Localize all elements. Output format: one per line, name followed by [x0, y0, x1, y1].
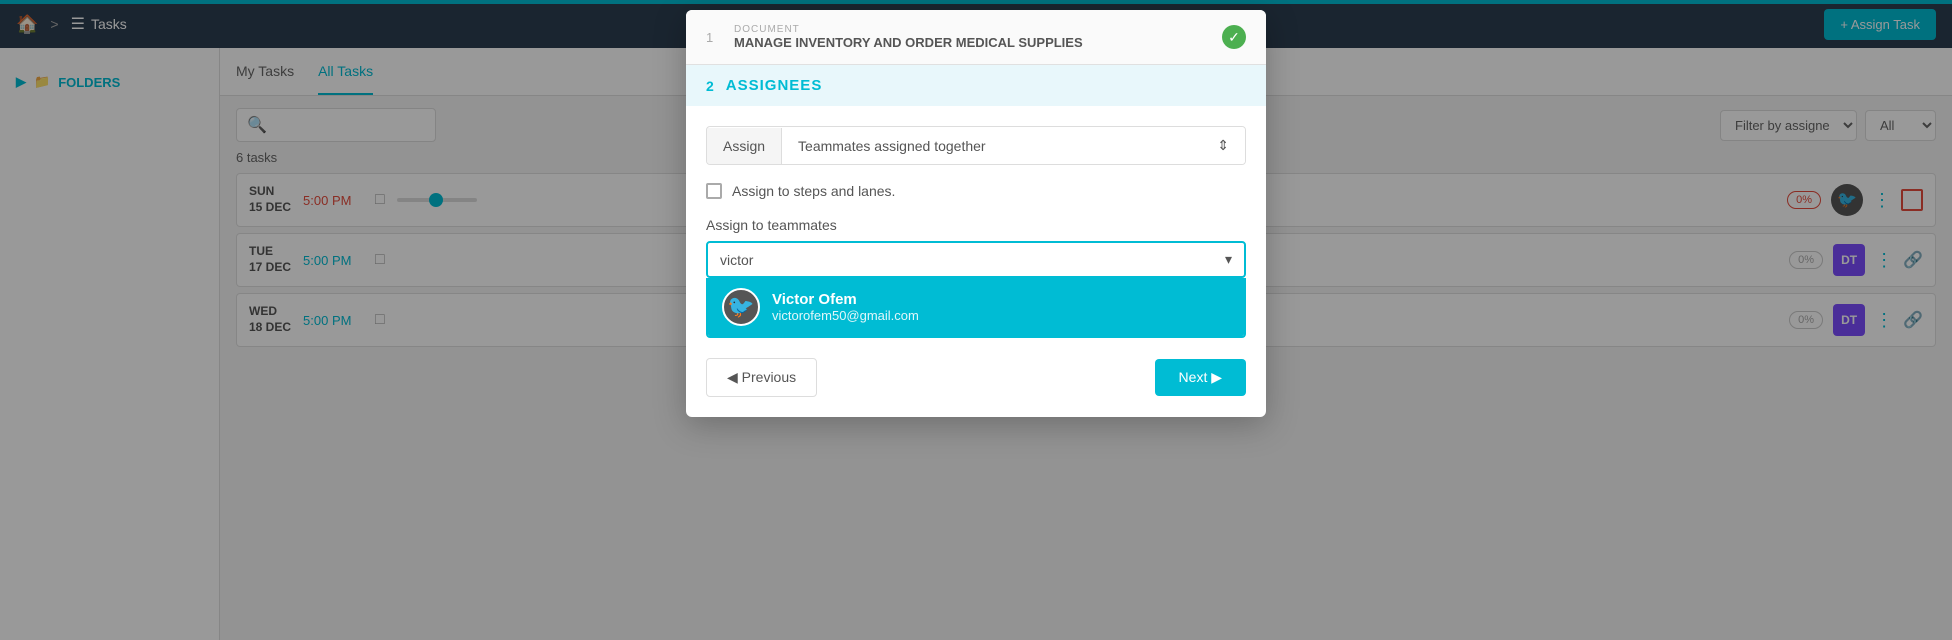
teammate-email: victorofem50@gmail.com: [772, 308, 919, 323]
previous-button[interactable]: ◀ Previous: [706, 358, 817, 397]
modal: 1 DOCUMENT MANAGE INVENTORY AND ORDER ME…: [686, 10, 1266, 417]
list-item[interactable]: 🐦 Victor Ofem victorofem50@gmail.com: [708, 278, 1244, 336]
checkbox-label: Assign to steps and lanes.: [732, 183, 895, 199]
modal-step2-header: 2 ASSIGNEES: [686, 65, 1266, 106]
teammate-dropdown: 🐦 Victor Ofem victorofem50@gmail.com: [706, 278, 1246, 338]
modal-body: Assign Teammates assigned together ⇕ Ass…: [686, 106, 1266, 417]
assign-select[interactable]: Teammates assigned together ⇕: [782, 127, 1245, 164]
assign-arrows-icon: ⇕: [1217, 137, 1229, 154]
step1-check: ✓: [1222, 25, 1246, 49]
teammate-search[interactable]: ▾: [706, 241, 1246, 278]
step1-number: 1: [706, 30, 722, 45]
modal-footer: ◀ Previous Next ▶: [706, 354, 1246, 397]
step2-number: 2: [706, 78, 714, 94]
checkbox-row: Assign to steps and lanes.: [706, 183, 1246, 199]
teammate-info: Victor Ofem victorofem50@gmail.com: [772, 291, 919, 323]
assign-teammates-label: Assign to teammates: [706, 217, 1246, 233]
modal-overlay: 1 DOCUMENT MANAGE INVENTORY AND ORDER ME…: [0, 0, 1952, 640]
next-button[interactable]: Next ▶: [1155, 359, 1246, 396]
teammate-name: Victor Ofem: [772, 291, 919, 308]
assign-row: Assign Teammates assigned together ⇕: [706, 126, 1246, 165]
step1-label: DOCUMENT: [734, 24, 1083, 35]
assign-steps-checkbox[interactable]: [706, 183, 722, 199]
avatar-bird-icon: 🐦: [727, 294, 754, 320]
step2-label: ASSIGNEES: [726, 77, 823, 94]
assign-label: Assign: [707, 128, 782, 164]
dropdown-arrow-icon: ▾: [1225, 251, 1232, 268]
teammate-avatar: 🐦: [722, 288, 760, 326]
step1-title: MANAGE INVENTORY AND ORDER MEDICAL SUPPL…: [734, 35, 1083, 50]
teammate-search-input[interactable]: [720, 252, 1217, 268]
assign-select-value: Teammates assigned together: [798, 138, 986, 154]
modal-step1-header: 1 DOCUMENT MANAGE INVENTORY AND ORDER ME…: [686, 10, 1266, 65]
